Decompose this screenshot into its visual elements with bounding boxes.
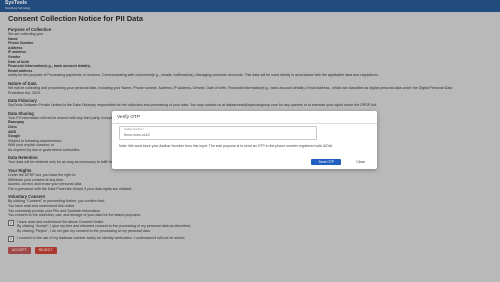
dialog-note: Note: We wont store your Aadhar Number f… — [119, 144, 333, 148]
aadhar-number-field[interactable]: Aadhar Number * — [119, 126, 317, 140]
close-button[interactable]: Close — [353, 160, 368, 164]
dialog-actions: Send OTP Close — [311, 158, 368, 165]
dialog-title: Verify OTP — [117, 115, 141, 120]
dialog-divider — [112, 123, 377, 124]
verify-otp-dialog: Verify OTP Aadhar Number * Note: We wont… — [112, 111, 377, 169]
aadhar-field-label: Aadhar Number * — [124, 127, 145, 131]
send-otp-button[interactable]: Send OTP — [311, 158, 342, 165]
aadhar-number-input[interactable] — [123, 132, 313, 137]
